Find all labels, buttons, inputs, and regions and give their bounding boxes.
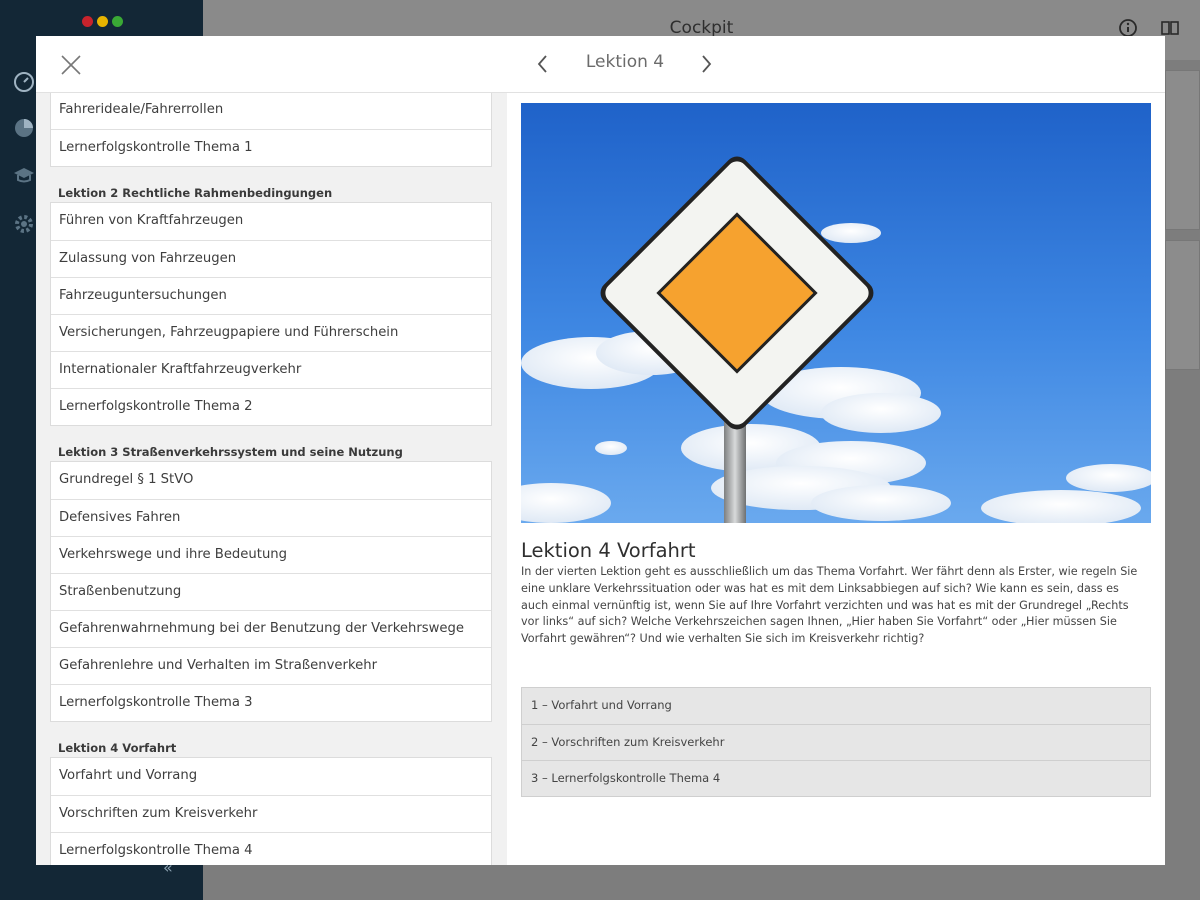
- pie-chart-icon[interactable]: [12, 116, 36, 140]
- logo-dot-green: [112, 16, 123, 27]
- list-item[interactable]: Lernerfolgskontrolle Thema 3: [51, 684, 491, 721]
- dashboard-icon[interactable]: [12, 70, 36, 94]
- graduation-cap-icon[interactable]: [12, 164, 36, 188]
- info-icon[interactable]: [1118, 18, 1138, 38]
- lesson-modal: Lektion 4 Fahrerideale/Fahrerrollen Lern…: [36, 36, 1165, 865]
- section-title: Lektion 3 Straßenverkehrssystem und sein…: [58, 445, 403, 459]
- list-item[interactable]: Fahrzeuguntersuchungen: [51, 277, 491, 314]
- priority-road-sign-image: [521, 103, 1151, 523]
- topic-item[interactable]: 3 – Lernerfolgskontrolle Thema 4: [522, 760, 1150, 796]
- list-item[interactable]: Defensives Fahren: [51, 499, 491, 536]
- list-item[interactable]: Lernerfolgskontrolle Thema 4: [51, 832, 491, 865]
- app-title: Cockpit: [669, 18, 734, 38]
- lesson-description: In der vierten Lektion geht es ausschlie…: [521, 565, 1138, 646]
- close-icon[interactable]: [58, 52, 84, 78]
- list-item[interactable]: Internationaler Kraftfahrzeugverkehr: [51, 351, 491, 388]
- section-title: Lektion 2 Rechtliche Rahmenbedingungen: [58, 186, 333, 200]
- list-item[interactable]: Grundregel § 1 StVO: [51, 462, 491, 499]
- list-item[interactable]: Lernerfolgskontrolle Thema 1: [51, 129, 491, 166]
- list-item[interactable]: Gefahrenwahrnehmung bei der Benutzung de…: [51, 610, 491, 647]
- list-item[interactable]: Gefahrenlehre und Verhalten im Straßenve…: [51, 647, 491, 684]
- list-item[interactable]: Zulassung von Fahrzeugen: [51, 240, 491, 277]
- section-title: Lektion 4 Vorfahrt: [58, 741, 177, 755]
- book-icon[interactable]: [1160, 18, 1180, 38]
- chevron-right-icon[interactable]: [696, 51, 716, 77]
- lesson-1-group: Fahrerideale/Fahrerrollen Lernerfolgskon…: [50, 93, 492, 167]
- list-item[interactable]: Vorschriften zum Kreisverkehr: [51, 795, 491, 832]
- list-item[interactable]: Verkehrswege und ihre Bedeutung: [51, 536, 491, 573]
- logo-dot-red: [82, 16, 93, 27]
- topic-item[interactable]: 2 – Vorschriften zum Kreisverkehr: [522, 724, 1150, 760]
- list-item[interactable]: Lernerfolgskontrolle Thema 2: [51, 388, 491, 425]
- lesson-3-group: Grundregel § 1 StVO Defensives Fahren Ve…: [50, 461, 492, 722]
- list-item[interactable]: Versicherungen, Fahrzeugpapiere und Führ…: [51, 314, 491, 351]
- list-item[interactable]: Vorfahrt und Vorrang: [51, 758, 491, 795]
- lesson-2-group: Führen von Kraftfahrzeugen Zulassung von…: [50, 202, 492, 426]
- list-item[interactable]: Führen von Kraftfahrzeugen: [51, 203, 491, 240]
- topic-item[interactable]: 1 – Vorfahrt und Vorrang: [522, 688, 1150, 724]
- gear-icon[interactable]: [12, 212, 36, 236]
- lesson-4-group: Vorfahrt und Vorrang Vorschriften zum Kr…: [50, 757, 492, 865]
- list-item[interactable]: Straßenbenutzung: [51, 573, 491, 610]
- background-card: [1165, 240, 1200, 370]
- modal-header: Lektion 4: [36, 36, 1165, 93]
- app-logo: [82, 16, 123, 27]
- list-item[interactable]: Fahrerideale/Fahrerrollen: [51, 93, 491, 129]
- lesson-content: Lektion 4 Vorfahrt In der vierten Lektio…: [507, 93, 1165, 865]
- topic-list: 1 – Vorfahrt und Vorrang 2 – Vorschrifte…: [521, 687, 1151, 797]
- lesson-title: Lektion 4 Vorfahrt: [521, 539, 696, 562]
- lesson-nav-title: Lektion 4: [585, 52, 665, 72]
- chevron-left-icon[interactable]: [533, 51, 553, 77]
- logo-dot-yellow: [97, 16, 108, 27]
- background-card: [1165, 70, 1200, 230]
- lesson-navigation-list[interactable]: Fahrerideale/Fahrerrollen Lernerfolgskon…: [36, 93, 507, 865]
